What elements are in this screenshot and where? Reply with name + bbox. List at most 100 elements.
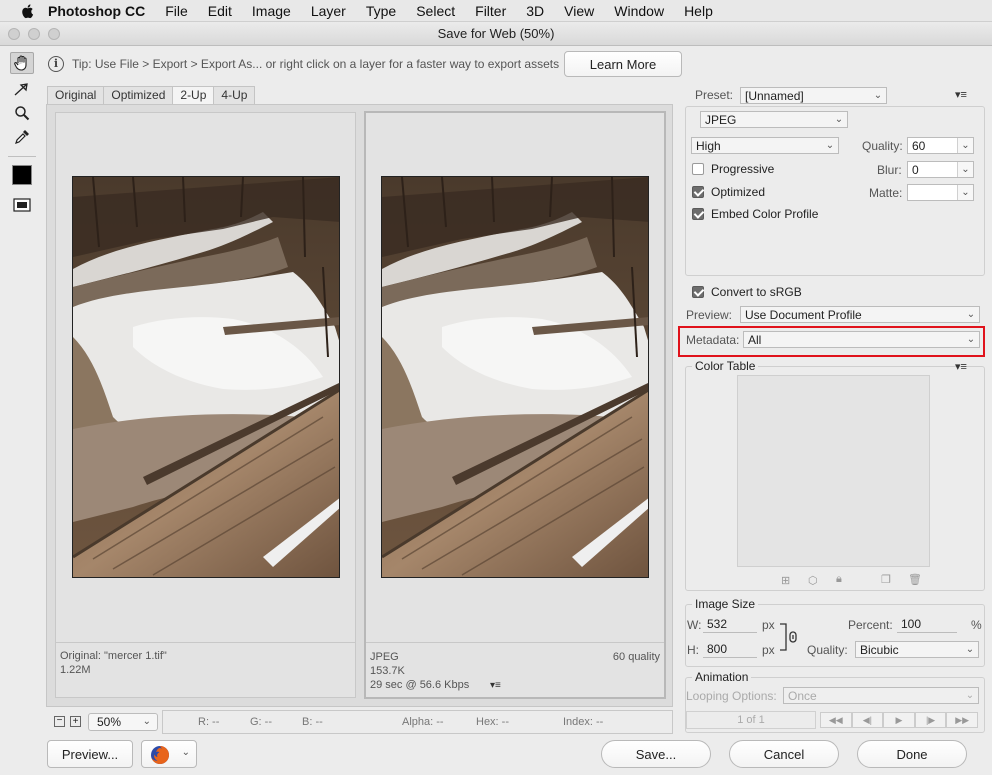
quality-input[interactable]: 60 ⌄ [907,137,974,154]
preview-browser-select[interactable]: ⌄ [141,740,197,768]
embed-color-profile-checkbox[interactable] [692,208,704,220]
blur-value: 0 [912,163,919,177]
done-button[interactable]: Done [857,740,967,768]
menu-help[interactable]: Help [674,3,723,19]
original-preview-pane[interactable]: Original: "mercer 1.tif" 1.22M [55,112,356,698]
close-window-button[interactable] [8,28,20,40]
eyedropper-color-swatch[interactable] [12,165,32,185]
metadata-select[interactable]: All ⌄ [743,331,980,348]
tab-optimized[interactable]: Optimized [103,86,174,104]
width-label: W: [687,618,702,632]
chevron-down-icon: ⌄ [181,747,190,758]
zoom-in-icon[interactable]: + [70,716,81,727]
learn-more-button[interactable]: Learn More [564,51,682,77]
menu-select[interactable]: Select [406,3,465,19]
zoom-level-select[interactable]: 50% ⌄ [88,713,158,731]
preview-profile-select[interactable]: Use Document Profile ⌄ [740,306,980,323]
apple-icon[interactable] [20,3,34,19]
frame-counter: 1 of 1 [686,711,816,729]
next-frame-icon[interactable]: |▶ [914,712,947,728]
trash-icon[interactable]: 🗑︎ [908,573,922,586]
preview-area: Original: "mercer 1.tif" 1.22M JPEG 60 q… [46,104,673,707]
hand-tool[interactable] [10,52,34,74]
percent-value: 100 [901,617,922,631]
file-format-select[interactable]: JPEG ⌄ [700,111,848,128]
percent-label: Percent: [848,618,893,632]
chevron-down-icon: ⌄ [965,644,975,655]
progressive-checkbox[interactable] [692,163,704,175]
optimized-info: JPEG 60 quality 153.7K 29 sec @ 56.6 Kbp… [366,642,664,699]
minimize-window-button[interactable] [28,28,40,40]
toggle-slices-tool[interactable] [10,194,34,216]
previous-frame-icon[interactable]: ◀| [851,712,884,728]
blue-readout: B: -- [302,716,323,728]
zoom-out-icon[interactable]: − [54,716,65,727]
preset-select[interactable]: [Unnamed] ⌄ [740,87,887,104]
menu-3d[interactable]: 3D [516,3,554,19]
window-title: Save for Web (50%) [437,26,555,41]
quality-value: 60 [912,139,926,153]
menu-file[interactable]: File [155,3,198,19]
menu-window[interactable]: Window [604,3,674,19]
convert-srgb-checkbox[interactable] [692,286,704,298]
preview-profile-value: Use Document Profile [745,308,862,322]
menu-app-name[interactable]: Photoshop CC [40,3,155,19]
menu-edit[interactable]: Edit [198,3,242,19]
download-speed-menu-icon[interactable]: ▾≡ [490,680,501,691]
eyedropper-icon [15,130,29,144]
percent-input[interactable]: 100 [897,616,957,633]
menu-type[interactable]: Type [356,3,406,19]
compression-select[interactable]: High ⌄ [691,137,839,154]
chevron-down-icon: ⌄ [966,309,976,320]
constrain-proportions-icon[interactable] [778,622,802,652]
optimized-label: Optimized [711,185,766,199]
chevron-down-icon: ⌄ [957,185,973,200]
color-table-menu-icon[interactable]: ▾≡ [955,360,967,373]
optimized-checkbox[interactable] [692,186,704,198]
resample-quality-select[interactable]: Bicubic ⌄ [855,641,979,658]
original-info: Original: "mercer 1.tif" 1.22M [56,642,355,698]
looping-options-value: Once [788,689,817,703]
optimized-preview-pane[interactable]: JPEG 60 quality 153.7K 29 sec @ 56.6 Kbp… [364,111,666,699]
map-transparency-icon[interactable]: ⊞ [781,574,790,587]
chevron-down-icon: ⌄ [957,138,973,153]
matte-select[interactable]: ⌄ [907,184,974,201]
preview-button[interactable]: Preview... [47,740,133,768]
tab-original[interactable]: Original [47,86,105,104]
firefox-icon [151,746,169,764]
optimize-menu-icon[interactable]: ▾≡ [955,88,967,101]
menu-image[interactable]: Image [242,3,301,19]
save-button[interactable]: Save... [601,740,711,768]
play-icon[interactable]: ▶ [883,712,915,728]
menu-bar: Photoshop CC File Edit Image Layer Type … [0,0,992,22]
last-frame-icon[interactable]: ▶▶ [946,712,978,728]
menu-layer[interactable]: Layer [301,3,356,19]
percent-unit: % [971,618,982,632]
new-color-icon[interactable]: ❐ [881,573,891,586]
eyedropper-tool[interactable] [10,126,34,148]
height-input[interactable]: 800 [703,641,757,658]
first-frame-icon[interactable]: ◀◀ [820,712,852,728]
slice-select-tool[interactable] [10,78,34,100]
status-bar: − + 50% ⌄ R: -- G: -- B: -- Alpha: -- Hex… [46,710,673,734]
zoom-tool[interactable] [10,102,34,124]
width-input[interactable]: 532 [703,616,757,633]
tab-2-up[interactable]: 2-Up [172,86,215,104]
chevron-down-icon: ⌄ [873,90,883,101]
tab-4-up[interactable]: 4-Up [213,86,256,104]
index-readout: Index: -- [563,716,604,728]
menu-filter[interactable]: Filter [465,3,516,19]
web-snap-icon[interactable]: ⬡ [808,574,818,587]
looping-options-select[interactable]: Once ⌄ [783,687,979,704]
red-readout: R: -- [198,716,220,728]
preset-value: [Unnamed] [745,89,804,103]
lock-color-icon[interactable]: 🔒︎ [836,573,842,586]
magnifier-icon [15,106,30,121]
color-table-swatches[interactable] [737,375,930,567]
optimized-file-size: 153.7K [370,665,405,677]
cancel-button[interactable]: Cancel [729,740,839,768]
menu-view[interactable]: View [554,3,604,19]
progressive-label: Progressive [711,162,775,176]
zoom-window-button[interactable] [48,28,60,40]
blur-input[interactable]: 0 ⌄ [907,161,974,178]
